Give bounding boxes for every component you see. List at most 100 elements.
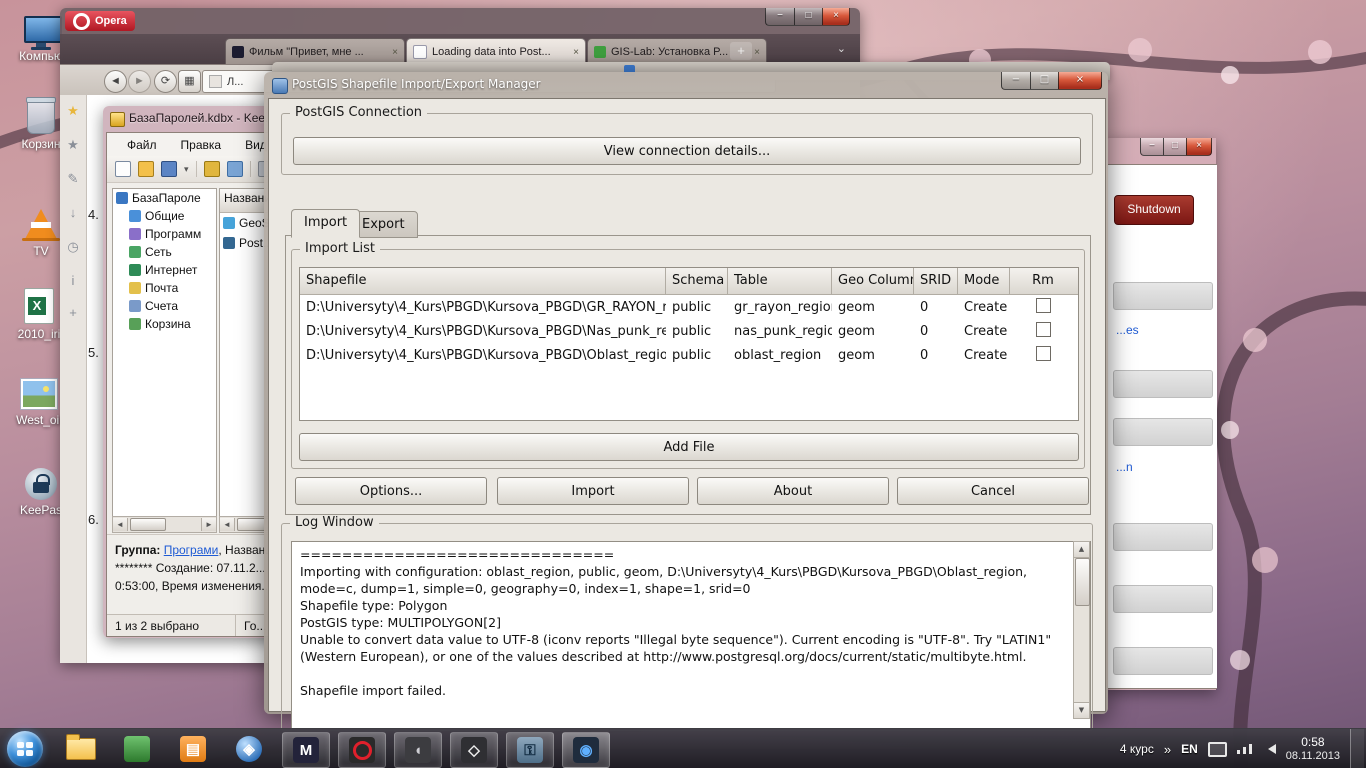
table-row[interactable]: D:\Universyty\4_Kurs\PBGD\Kursova_PBGD\G…: [300, 295, 1078, 319]
save-icon[interactable]: [161, 161, 177, 177]
opera-titlebar[interactable]: Opera − □ ×: [60, 8, 860, 34]
column-header[interactable]: Table: [728, 268, 832, 294]
group-link[interactable]: Програми: [164, 543, 219, 557]
close-button[interactable]: ×: [822, 8, 850, 26]
tree-group-item[interactable]: Корзина: [113, 315, 216, 333]
view-connection-details-button[interactable]: View connection details...: [293, 137, 1081, 165]
info-icon[interactable]: i: [60, 273, 86, 288]
column-header[interactable]: Mode: [958, 268, 1010, 294]
truncated-link[interactable]: ...n: [1116, 460, 1133, 474]
hidden-icons-chevron[interactable]: »: [1164, 742, 1171, 757]
forward-button[interactable]: ►: [128, 70, 151, 93]
scroll-left-icon[interactable]: ◄: [113, 518, 128, 531]
display-tray-icon[interactable]: [1208, 742, 1227, 757]
table-row[interactable]: D:\Universyty\4_Kurs\PBGD\Kursova_PBGD\O…: [300, 343, 1078, 367]
close-button[interactable]: ×: [1058, 72, 1102, 90]
taskbar-explorer-button[interactable]: [58, 732, 104, 766]
minimize-button[interactable]: −: [765, 8, 795, 26]
tree-group-item[interactable]: Почта: [113, 279, 216, 297]
add-panel-icon[interactable]: +: [60, 305, 86, 320]
scroll-up-icon[interactable]: ▲: [1074, 542, 1089, 558]
tree-group-item[interactable]: Общие: [113, 207, 216, 225]
taskbar-postgis-button[interactable]: ◉: [562, 732, 610, 768]
tree-root-item[interactable]: БазаПароле: [113, 189, 216, 207]
column-header[interactable]: Shapefile: [300, 268, 666, 294]
tree-group-item[interactable]: Счета: [113, 297, 216, 315]
star-panel-icon[interactable]: ★: [60, 137, 86, 153]
rm-checkbox[interactable]: [1036, 298, 1051, 313]
history-clock-icon[interactable]: ◷: [60, 239, 86, 255]
column-header[interactable]: Geo Column: [832, 268, 914, 294]
menu-item[interactable]: Файл: [127, 138, 157, 152]
log-vertical-scrollbar[interactable]: ▲ ▼: [1073, 541, 1090, 719]
maximize-button[interactable]: □: [1031, 72, 1058, 90]
scroll-right-icon[interactable]: ►: [201, 518, 216, 531]
action-button[interactable]: About: [697, 477, 889, 505]
action-button[interactable]: Import: [497, 477, 689, 505]
taskbar-clock[interactable]: 0:58 08.11.2013: [1286, 735, 1340, 764]
browser-tab[interactable]: Фильм "Привет, мне ... ×: [225, 38, 405, 65]
add-file-button[interactable]: Add File: [299, 433, 1079, 461]
section-bar[interactable]: [1113, 647, 1213, 675]
maximize-button[interactable]: □: [1164, 138, 1186, 156]
minimize-button[interactable]: −: [1001, 72, 1031, 90]
section-bar[interactable]: [1113, 585, 1213, 613]
section-bar[interactable]: [1113, 370, 1213, 398]
tab-close-icon[interactable]: ×: [754, 47, 760, 58]
tab-close-icon[interactable]: ×: [392, 47, 398, 58]
rm-checkbox[interactable]: [1036, 346, 1051, 361]
speed-dial-button[interactable]: ▦: [178, 70, 201, 93]
column-header[interactable]: SRID: [914, 268, 958, 294]
new-tab-button[interactable]: +: [730, 42, 752, 60]
taskbar-browser-compass-button[interactable]: ◈: [226, 732, 272, 766]
bookmarks-star-icon[interactable]: ★: [60, 103, 86, 119]
tree-group-item[interactable]: Программ: [113, 225, 216, 243]
column-header[interactable]: Rm: [1010, 268, 1076, 294]
maximize-button[interactable]: □: [795, 8, 822, 26]
close-button[interactable]: ×: [1186, 138, 1212, 156]
menu-item[interactable]: Правка: [181, 138, 222, 152]
column-header[interactable]: Schema: [666, 268, 728, 294]
reload-button[interactable]: ⟳: [154, 70, 177, 93]
dropdown-caret-icon[interactable]: ▾: [184, 164, 189, 175]
open-database-icon[interactable]: [138, 161, 154, 177]
scroll-thumb[interactable]: [1075, 558, 1090, 606]
section-bar[interactable]: [1113, 282, 1213, 310]
tree-group-item[interactable]: Интернет: [113, 261, 216, 279]
opera-menu-button[interactable]: Opera: [65, 11, 135, 31]
action-button[interactable]: Options...: [295, 477, 487, 505]
user-entry-icon[interactable]: [227, 161, 243, 177]
downloads-icon[interactable]: ↓: [60, 205, 86, 220]
taskbar-diamond-app-button[interactable]: ◇: [450, 732, 498, 768]
taskbar-media-app-button[interactable]: M: [282, 732, 330, 768]
section-bar[interactable]: [1113, 523, 1213, 551]
tab-menu-chevron-icon[interactable]: ⌄: [837, 42, 846, 55]
rm-checkbox[interactable]: [1036, 322, 1051, 337]
show-desktop-button[interactable]: [1350, 729, 1364, 768]
tab-close-icon[interactable]: ×: [573, 47, 579, 58]
taskbar-keepass-button[interactable]: ⚿: [506, 732, 554, 768]
truncated-link[interactable]: ...es: [1116, 323, 1139, 337]
taskbar-green-app-button[interactable]: [114, 732, 160, 766]
tab-import[interactable]: Import: [291, 209, 360, 238]
back-button[interactable]: ◄: [104, 70, 127, 93]
language-indicator[interactable]: EN: [1181, 742, 1198, 756]
section-bar[interactable]: [1113, 418, 1213, 446]
action-button[interactable]: Cancel: [897, 477, 1089, 505]
add-entry-key-icon[interactable]: [204, 161, 220, 177]
browser-tab[interactable]: Loading data into Post... ×: [406, 38, 586, 65]
scroll-thumb[interactable]: [130, 518, 166, 531]
tree-group-item[interactable]: Сеть: [113, 243, 216, 261]
scroll-left-icon[interactable]: ◄: [220, 518, 235, 531]
new-database-icon[interactable]: [115, 161, 131, 177]
scroll-down-icon[interactable]: ▼: [1074, 702, 1089, 718]
table-row[interactable]: D:\Universyty\4_Kurs\PBGD\Kursova_PBGD\N…: [300, 319, 1078, 343]
taskbar-opera-button[interactable]: [338, 732, 386, 768]
volume-tray-icon[interactable]: [1263, 744, 1276, 754]
start-button[interactable]: [7, 731, 43, 767]
taskbar-office-button[interactable]: ▤: [170, 732, 216, 766]
shutdown-button[interactable]: Shutdown: [1114, 195, 1194, 225]
notes-icon[interactable]: ✎: [60, 171, 86, 187]
minimize-button[interactable]: −: [1140, 138, 1164, 156]
taskbar-gray-app-button[interactable]: ◖: [394, 732, 442, 768]
